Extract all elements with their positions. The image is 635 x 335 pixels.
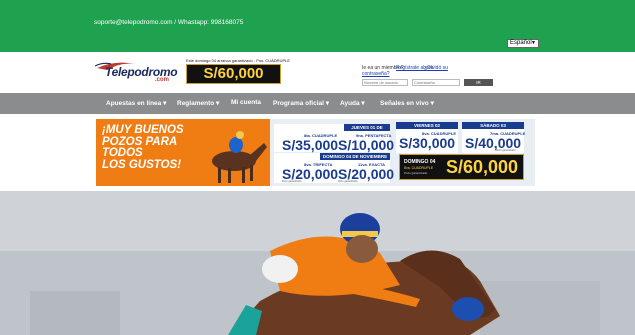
nav-item-ayuda[interactable]: Ayuda ▾: [340, 99, 365, 107]
language-select[interactable]: Español ▼: [507, 39, 539, 48]
promo-card-sabado: SÁBADO 03 7ma. CUADRUPLE S/40,000 Pozo g…: [462, 122, 525, 153]
promo-card-viernes: VIERNES 02 8va. CUADRUPLE S/30,000: [396, 122, 458, 153]
nav-item-reglamento[interactable]: Reglamento ▾: [177, 99, 219, 107]
nav-item-mi-cuenta[interactable]: Mi cuenta: [231, 99, 261, 106]
hero-photo: [0, 191, 635, 335]
card-domingo-header: DOMINGO 04 DE NOVIEMBRE: [320, 153, 390, 160]
promo-card-domingo: DOMINGO 04 DE NOVIEMBRE 8va. TRIFECTA S/…: [274, 153, 394, 183]
gold-card-amount: S/60,000: [446, 157, 519, 177]
gold-card-label: 8va. CUADRUPLE: [404, 166, 434, 170]
banner-slogan: ¡MUY BUENOS POZOS PARA TODOS LOS GUSTOS!: [102, 124, 212, 171]
card-jueves-header: JUEVES 01 DE NOVIEMBRE: [344, 124, 390, 137]
banner-slogan-line-2: POZOS PARA TODOS: [102, 135, 177, 159]
username-input[interactable]: [362, 79, 408, 86]
header-promo[interactable]: Este domingo 04 arranca garantizado - Po…: [186, 58, 290, 84]
nav-item-senales[interactable]: Señales en vivo ▾: [380, 99, 434, 107]
card-sabado-fine: Pozo garantizado: [496, 149, 516, 152]
login-submit-button[interactable]: IR: [464, 79, 493, 86]
contact-info: soporte@telepodromo.com / Whastapp: 9981…: [94, 19, 244, 26]
language-value: Español: [510, 40, 532, 46]
top-bar: soporte@telepodromo.com / Whastapp: 9981…: [0, 0, 635, 52]
password-input[interactable]: [412, 79, 460, 86]
promo-banner[interactable]: ¡MUY BUENOS POZOS PARA TODOS LOS GUSTOS!…: [96, 119, 535, 186]
card-domingo-right-fine: Pozo garantizado: [338, 180, 358, 183]
racehorse-image: [212, 131, 267, 183]
header-promo-amount: S/60,000: [186, 64, 281, 84]
site-logo[interactable]: Telepodromo .com: [95, 58, 178, 84]
card-viernes-header: VIERNES 02: [396, 122, 458, 129]
header-promo-caption: Este domingo 04 arranca garantizado - Po…: [186, 58, 291, 63]
banner-orange-panel: ¡MUY BUENOS POZOS PARA TODOS LOS GUSTOS!: [96, 119, 270, 186]
forgot-password-link[interactable]: ¿Olvidó su: [424, 65, 448, 71]
nav-item-programa[interactable]: Programa oficial ▾: [273, 99, 329, 107]
logo-suffix: .com: [155, 77, 170, 83]
nav-item-apuestas[interactable]: Apuestas en línea ▾: [106, 99, 166, 107]
card-jueves-left-amount: S/35,000: [282, 137, 339, 153]
card-sabado-header: SÁBADO 03: [462, 122, 524, 129]
card-jueves-right-amount: S/10,000: [338, 137, 395, 153]
card-domingo-left-fine: Pozo garantizado: [282, 180, 302, 183]
forgot-password-link-cont[interactable]: contraseña?: [362, 71, 390, 77]
main-nav: Apuestas en línea ▾ Reglamento ▾ Mi cuen…: [0, 93, 635, 114]
gold-card-fine: Pozo garantizado: [404, 171, 428, 175]
card-viernes-amount: S/30,000: [399, 135, 456, 151]
banner-slogan-line-1: ¡MUY BUENOS: [102, 124, 184, 136]
promo-card-jueves: JUEVES 01 DE NOVIEMBRE 8ta. CUADRUPLE S/…: [274, 124, 394, 153]
banner-slogan-line-3: LOS GUSTOS!: [102, 158, 182, 171]
promo-card-domingo-gold: DOMINGO 04 8va. CUADRUPLE Pozo garantiza…: [399, 154, 524, 180]
gold-card-day: DOMINGO 04: [404, 159, 436, 165]
chevron-down-icon: ▼: [531, 40, 536, 46]
jockey-horse-photo: [0, 191, 635, 335]
